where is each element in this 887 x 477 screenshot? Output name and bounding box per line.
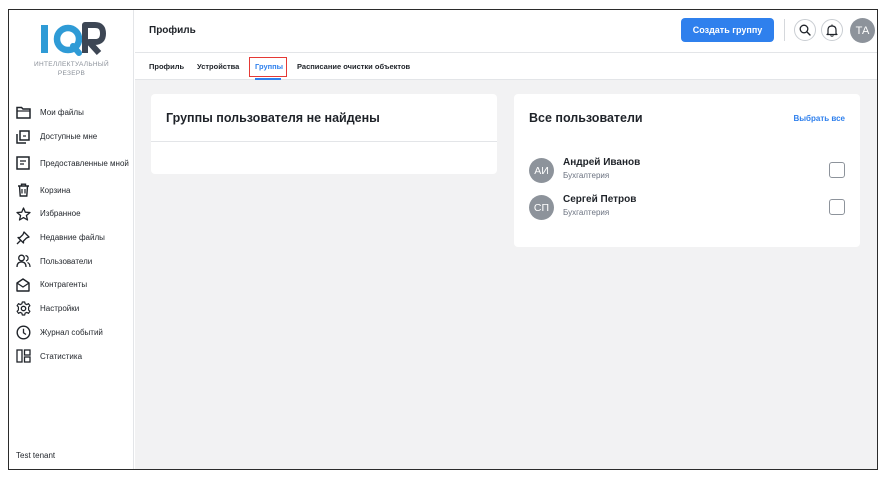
sidebar-item-my-files[interactable]: Мои файлы xyxy=(15,101,131,125)
trash-icon xyxy=(15,182,31,198)
user-row: СП Сергей Петров Бухгалтерия xyxy=(529,192,845,222)
sidebar-item-event-log[interactable]: Журнал событий xyxy=(15,321,131,345)
sidebar-item-label: Доступные мне xyxy=(40,132,98,142)
bell-icon xyxy=(826,24,838,37)
sidebar-item-trash[interactable]: Корзина xyxy=(15,178,131,202)
sidebar-item-label: Предоставленные мной xyxy=(40,158,129,168)
users-icon xyxy=(15,253,31,269)
user-checkbox[interactable] xyxy=(829,162,845,178)
avatar: АИ xyxy=(529,158,554,183)
sidebar-item-label: Недавние файлы xyxy=(40,233,105,243)
avatar: СП xyxy=(529,195,554,220)
sidebar-item-favorites[interactable]: Избранное xyxy=(15,202,131,226)
user-name: Андрей Иванов xyxy=(563,157,641,168)
logo-subtitle: ИНТЕЛЛЕКТУАЛЬНЫЙ РЕЗЕРВ xyxy=(9,60,134,78)
app-window: ИНТЕЛЛЕКТУАЛЬНЫЙ РЕЗЕРВ Мои файлы Доступ… xyxy=(8,9,878,470)
user-row: АИ Андрей Иванов Бухгалтерия xyxy=(529,155,845,185)
tab-cleanup-schedule[interactable]: Расписание очистки объектов xyxy=(297,53,410,80)
user-groups-card: Группы пользователя не найдены xyxy=(151,94,497,174)
gear-icon xyxy=(15,301,31,317)
tenant-name[interactable]: Test tenant xyxy=(16,451,55,460)
sidebar-item-users[interactable]: Пользователи xyxy=(15,249,131,273)
top-header: Профиль Создать группу ТА xyxy=(135,10,877,52)
sidebar-item-label: Мои файлы xyxy=(40,108,84,118)
create-group-button[interactable]: Создать группу xyxy=(681,18,774,42)
sidebar-item-statistics[interactable]: Статистика xyxy=(15,344,131,368)
tab-devices[interactable]: Устройства xyxy=(197,53,239,80)
all-users-title: Все пользователи xyxy=(529,111,643,125)
all-users-card: Все пользователи Выбрать все АИ Андрей И… xyxy=(514,94,860,247)
logo-subtitle-line2: РЕЗЕРВ xyxy=(57,70,86,77)
sidebar-item-shared-by-me[interactable]: Предоставленные мной xyxy=(15,148,131,178)
star-icon xyxy=(15,206,31,222)
contractors-icon xyxy=(15,277,31,293)
clock-icon xyxy=(15,324,31,340)
notifications-button[interactable] xyxy=(821,19,843,41)
select-all-link[interactable]: Выбрать все xyxy=(793,114,845,123)
sidebar-item-label: Контрагенты xyxy=(40,280,88,290)
folder-icon xyxy=(15,105,31,121)
profile-tabs: Профиль Устройства Группы Расписание очи… xyxy=(135,52,877,80)
sidebar-nav: Мои файлы Доступные мне Предоставленные … xyxy=(15,101,131,368)
user-checkbox[interactable] xyxy=(829,199,845,215)
user-name: Сергей Петров xyxy=(563,194,637,205)
header-divider xyxy=(784,19,785,41)
user-department: Бухгалтерия xyxy=(563,208,610,217)
sidebar-item-label: Пользователи xyxy=(40,256,93,266)
search-icon xyxy=(799,24,811,36)
shared-by-me-icon xyxy=(15,155,31,171)
search-button[interactable] xyxy=(794,19,816,41)
logo[interactable]: ИНТЕЛЛЕКТУАЛЬНЫЙ РЕЗЕРВ xyxy=(9,22,134,78)
main-content: Группы пользователя не найдены Все польз… xyxy=(135,80,877,469)
sidebar-item-settings[interactable]: Настройки xyxy=(15,297,131,321)
iqr-logo-icon xyxy=(40,22,106,56)
user-avatar[interactable]: ТА xyxy=(850,18,875,43)
sidebar: ИНТЕЛЛЕКТУАЛЬНЫЙ РЕЗЕРВ Мои файлы Доступ… xyxy=(9,10,134,469)
tab-profile[interactable]: Профиль xyxy=(149,53,184,80)
tab-groups[interactable]: Группы xyxy=(255,53,283,80)
dashboard-icon xyxy=(15,348,31,364)
sidebar-item-label: Статистика xyxy=(40,351,83,361)
sidebar-item-shared-with-me[interactable]: Доступные мне xyxy=(15,125,131,149)
groups-empty-title: Группы пользователя не найдены xyxy=(166,111,380,125)
sidebar-item-label: Корзина xyxy=(40,185,71,195)
user-department: Бухгалтерия xyxy=(563,171,610,180)
page-title: Профиль xyxy=(149,25,196,36)
sidebar-item-label: Избранное xyxy=(40,209,81,219)
card-divider xyxy=(151,141,497,142)
pin-icon xyxy=(15,230,31,246)
shared-with-me-icon xyxy=(15,129,31,145)
sidebar-item-contractors[interactable]: Контрагенты xyxy=(15,273,131,297)
logo-subtitle-line1: ИНТЕЛЛЕКТУАЛЬНЫЙ xyxy=(34,61,109,68)
sidebar-item-label: Настройки xyxy=(40,304,80,314)
sidebar-item-recent[interactable]: Недавние файлы xyxy=(15,226,131,250)
sidebar-item-label: Журнал событий xyxy=(40,327,103,337)
